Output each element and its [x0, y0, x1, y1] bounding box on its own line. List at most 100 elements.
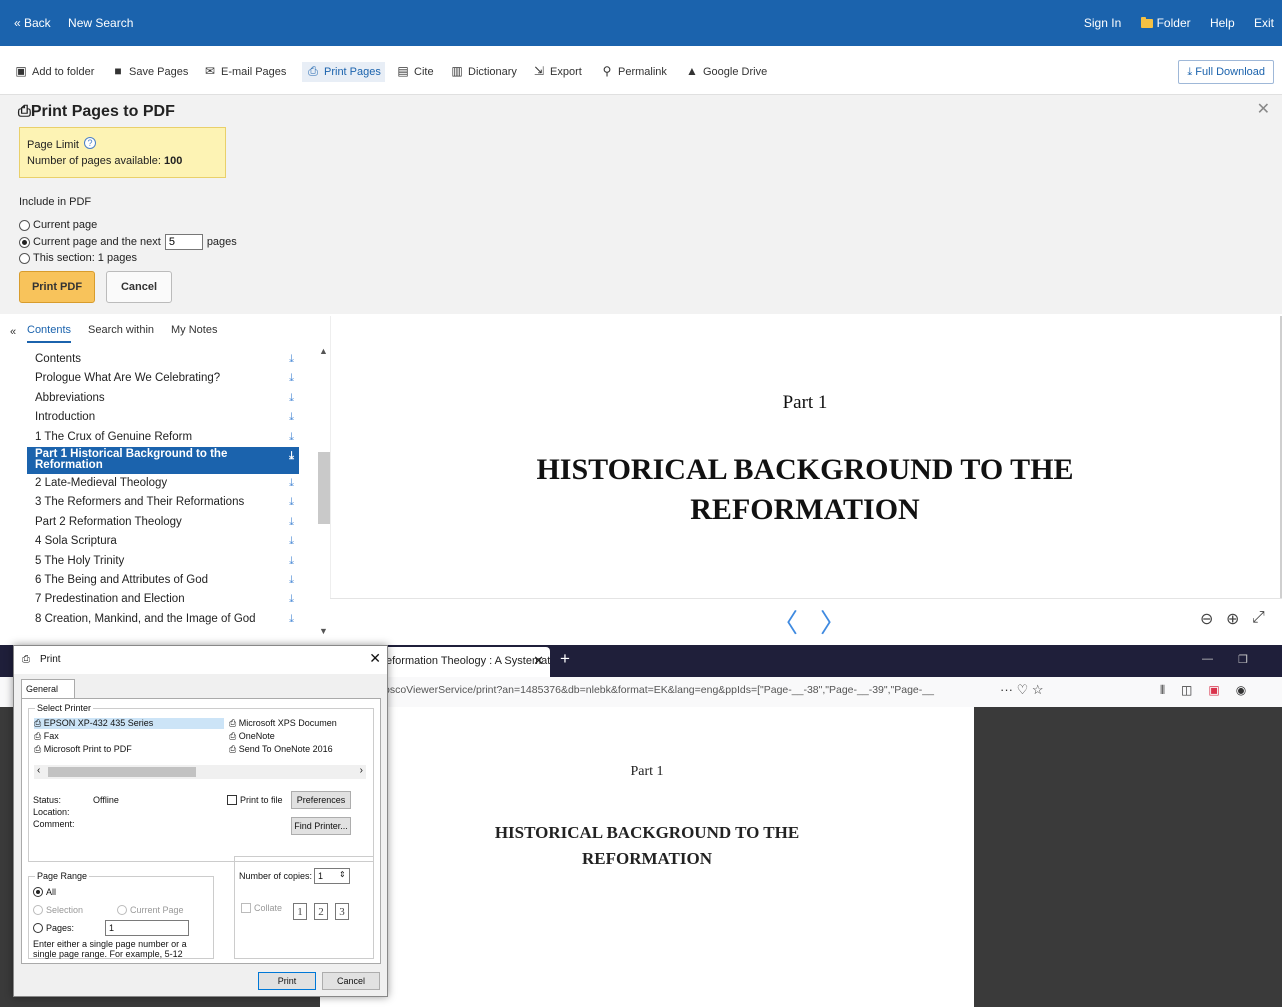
cancel-button[interactable]: Cancel [106, 271, 172, 303]
new-tab-icon[interactable]: + [560, 649, 570, 669]
exit-link[interactable]: Exit [1254, 16, 1274, 30]
close-icon[interactable]: ✕ [1257, 99, 1270, 119]
toc-item[interactable]: 4 Sola Scriptura ⤓ [27, 532, 299, 551]
toc-item-selected[interactable]: Part 1 Historical Background to the Refo… [27, 446, 299, 474]
radio-current-and-next[interactable]: Current page and the nextpages [19, 234, 237, 250]
find-printer-button[interactable]: Find Printer... [291, 817, 351, 835]
prev-page-icon[interactable]: 〈 [772, 603, 798, 640]
library-icon[interactable]: ⫴ [1160, 683, 1165, 697]
url-text[interactable]: oscoViewerService/print?an=1485376&db=nl… [384, 684, 974, 696]
radio-current-page[interactable]: Current page [19, 219, 97, 231]
radio-all[interactable]: All [33, 887, 56, 897]
pocket-icon[interactable]: ▣ [1208, 683, 1219, 697]
save-pages-button[interactable]: ■ Save Pages [111, 62, 188, 82]
browser-tab[interactable]: eformation Theology : A Systemat ✕ [380, 647, 550, 677]
printer-item[interactable]: ⎙ Microsoft XPS Documen [229, 718, 337, 729]
printer-item[interactable]: ⎙ Fax [34, 731, 59, 742]
printer-item[interactable]: ⎙ Send To OneNote 2016 [229, 744, 333, 755]
spinner-icon[interactable]: ⇕ [339, 870, 346, 879]
full-download-button[interactable]: ⤓ Full Download [1178, 60, 1274, 84]
toc-item[interactable]: Abbreviations ⤓ [27, 389, 299, 408]
zoom-out-icon[interactable]: ⊖ [1200, 609, 1213, 629]
restore-icon[interactable]: ❐ [1238, 653, 1248, 666]
toc-item[interactable]: 7 Predestination and Election ⤓ [27, 590, 299, 609]
tab-my-notes[interactable]: My Notes [171, 324, 217, 336]
scroll-right-icon[interactable]: › [360, 765, 363, 776]
toc-item[interactable]: 3 The Reformers and Their Reformations ⤓ [27, 493, 299, 512]
dictionary-button[interactable]: ▥ Dictionary [450, 62, 517, 82]
radio-this-section[interactable]: This section: 1 pages [19, 252, 137, 264]
permalink-button[interactable]: ⚲ Permalink [600, 62, 667, 82]
preferences-button[interactable]: Preferences [291, 791, 351, 809]
print-pages-button[interactable]: ⎙ Print Pages [302, 62, 385, 82]
toc-item[interactable]: Contents ⤓ [27, 350, 299, 369]
download-icon[interactable]: ⤓ [289, 552, 294, 571]
new-search-link[interactable]: New Search [68, 16, 133, 30]
radio-pages[interactable]: Pages: [33, 923, 74, 933]
radio-icon[interactable] [19, 219, 30, 231]
toc-scrollbar[interactable]: ▲ ▼ [318, 346, 330, 636]
collapse-icon[interactable]: « [10, 326, 16, 338]
printer-item[interactable]: ⎙ Microsoft Print to PDF [34, 744, 132, 755]
radio-selected-icon[interactable] [19, 236, 30, 248]
download-icon[interactable]: ⤓ [289, 450, 294, 462]
download-icon[interactable]: ⤓ [289, 513, 294, 532]
zoom-in-icon[interactable]: ⊕ [1226, 609, 1239, 629]
download-icon[interactable]: ⤓ [289, 389, 294, 408]
tab-general[interactable]: General [21, 679, 75, 699]
download-icon[interactable]: ⤓ [289, 350, 294, 369]
sign-in-link[interactable]: Sign In [1084, 16, 1121, 30]
print-pdf-button[interactable]: Print PDF [19, 271, 95, 303]
back-link[interactable]: « Back [14, 16, 51, 30]
close-icon[interactable]: ✕ [369, 650, 381, 667]
folder-link[interactable]: Folder [1140, 16, 1191, 30]
download-icon[interactable]: ⤓ [289, 571, 294, 590]
toc-item[interactable]: Introduction ⤓ [27, 408, 299, 427]
radio-icon[interactable] [19, 252, 30, 264]
toc-item[interactable]: 8 Creation, Mankind, and the Image of Go… [27, 610, 299, 629]
cancel-button[interactable]: Cancel [322, 972, 380, 990]
google-drive-button[interactable]: ▲ Google Drive [685, 62, 767, 82]
help-link[interactable]: Help [1210, 16, 1235, 30]
tab-search-within[interactable]: Search within [88, 324, 154, 336]
add-to-folder-button[interactable]: ▣ Add to folder [14, 62, 94, 82]
sidebar-icon[interactable]: ◫ [1181, 683, 1192, 697]
cite-button[interactable]: ▤ Cite [396, 62, 433, 82]
scroll-left-icon[interactable]: ‹ [37, 765, 40, 776]
printer-item[interactable]: ⎙ OneNote [229, 731, 275, 742]
download-icon[interactable]: ⤓ [289, 408, 294, 427]
printer-item[interactable]: ⎙ EPSON XP-432 435 Series [34, 718, 224, 729]
download-icon[interactable]: ⤓ [289, 532, 294, 551]
more-icon[interactable]: ··· [1000, 682, 1013, 697]
toc-item[interactable]: 2 Late-Medieval Theology ⤓ [27, 474, 299, 493]
download-icon[interactable]: ⤓ [289, 428, 294, 447]
pocket-icon[interactable]: ♡ [1017, 682, 1029, 697]
toc-item[interactable]: 5 The Holy Trinity ⤓ [27, 552, 299, 571]
next-pages-input[interactable] [164, 234, 203, 250]
toc-item[interactable]: 6 The Being and Attributes of God ⤓ [27, 571, 299, 590]
pages-input[interactable]: 1 [105, 920, 189, 936]
toc-item[interactable]: 1 The Crux of Genuine Reform ⤓ [27, 428, 299, 447]
print-to-file-checkbox[interactable]: Print to file [227, 795, 283, 805]
download-icon[interactable]: ⤓ [289, 369, 294, 388]
toc-item[interactable]: Prologue What Are We Celebrating? ⤓ [27, 369, 299, 388]
next-page-icon[interactable]: 〉 [820, 603, 846, 640]
scrollbar-thumb[interactable] [48, 767, 196, 777]
download-icon[interactable]: ⤓ [289, 610, 294, 629]
account-icon[interactable]: ◉ [1236, 683, 1246, 697]
scroll-up-icon[interactable]: ▲ [319, 346, 328, 356]
toc-item[interactable]: Part 2 Reformation Theology ⤓ [27, 513, 299, 532]
scrollbar-thumb[interactable] [318, 452, 330, 524]
bookmark-star-icon[interactable]: ☆ [1032, 682, 1044, 697]
email-pages-button[interactable]: ✉ E-mail Pages [203, 62, 286, 82]
close-tab-icon[interactable]: ✕ [533, 647, 544, 675]
scroll-down-icon[interactable]: ▼ [319, 626, 328, 636]
export-button[interactable]: ⇲ Export [532, 62, 582, 82]
download-icon[interactable]: ⤓ [289, 590, 294, 609]
download-icon[interactable]: ⤓ [289, 493, 294, 512]
minimize-icon[interactable]: — [1202, 653, 1213, 665]
print-button[interactable]: Print [258, 972, 316, 990]
help-icon[interactable]: ? [84, 137, 97, 149]
printer-list-scrollbar[interactable]: ‹ › [34, 765, 366, 779]
tab-contents[interactable]: Contents [27, 324, 72, 343]
